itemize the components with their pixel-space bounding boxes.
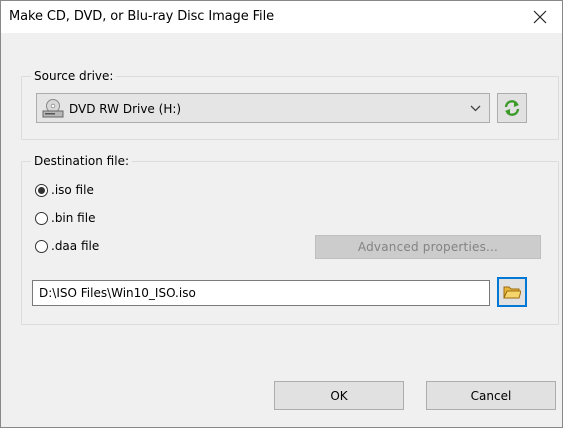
radio-daa-circle[interactable] bbox=[35, 239, 48, 253]
radio-daa-label: .daa file bbox=[51, 239, 100, 253]
close-button[interactable] bbox=[518, 1, 562, 33]
browse-button[interactable] bbox=[497, 277, 527, 307]
cancel-button[interactable]: Cancel bbox=[426, 381, 556, 410]
advanced-properties-button[interactable]: Advanced properties... bbox=[315, 235, 541, 259]
radio-daa[interactable]: .daa file bbox=[35, 237, 99, 255]
ok-button[interactable]: OK bbox=[274, 381, 404, 410]
title-bar: Make CD, DVD, or Blu-ray Disc Image File bbox=[1, 1, 562, 33]
radio-bin-label: .bin file bbox=[51, 211, 96, 225]
refresh-drives-button[interactable] bbox=[497, 93, 527, 123]
chevron-down-icon bbox=[470, 105, 481, 112]
radio-iso-circle[interactable] bbox=[35, 183, 48, 197]
source-drive-label: Source drive: bbox=[31, 69, 117, 83]
radio-iso-label: .iso file bbox=[51, 183, 94, 197]
radio-bin[interactable]: .bin file bbox=[35, 209, 95, 227]
folder-icon bbox=[503, 286, 521, 299]
destination-file-label: Destination file: bbox=[31, 154, 132, 168]
radio-iso[interactable]: .iso file bbox=[35, 181, 94, 199]
optical-drive-icon bbox=[42, 99, 64, 118]
destination-path-input[interactable]: D:\ISO Files\Win10_ISO.iso bbox=[32, 280, 490, 306]
dialog-window: Make CD, DVD, or Blu-ray Disc Image File… bbox=[0, 0, 563, 428]
window-title: Make CD, DVD, or Blu-ray Disc Image File bbox=[9, 9, 274, 24]
selected-drive-text: DVD RW Drive (H:) bbox=[69, 102, 182, 116]
refresh-icon bbox=[504, 100, 520, 116]
radio-bin-circle[interactable] bbox=[35, 211, 48, 225]
close-icon bbox=[533, 10, 547, 24]
source-drive-dropdown[interactable]: DVD RW Drive (H:) bbox=[36, 93, 490, 123]
